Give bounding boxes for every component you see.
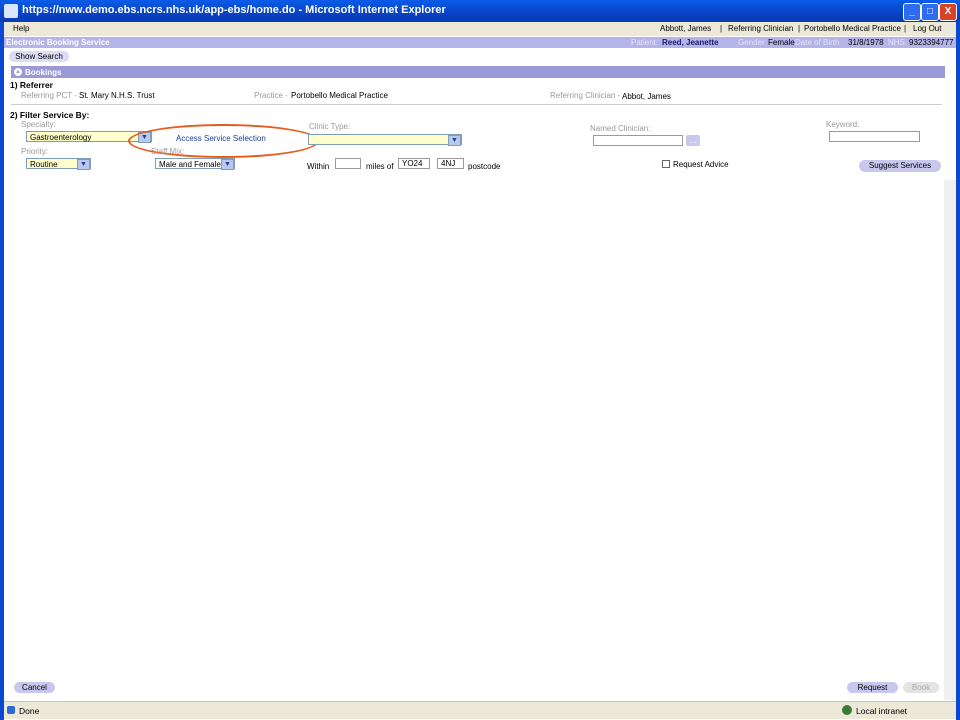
suggest-services-button[interactable]: Suggest Services <box>859 160 941 172</box>
postcode-part2-input[interactable]: 4NJ <box>437 158 464 169</box>
nhs-label: NHS <box>888 38 905 47</box>
priority-value: Routine <box>30 160 58 169</box>
page-icon <box>7 706 15 714</box>
user-name: Abbott, James <box>660 24 712 33</box>
scrollbar[interactable] <box>944 180 956 700</box>
logout-link[interactable]: Log Out <box>913 24 941 33</box>
clinician-label: Referring Clinician - <box>550 91 621 100</box>
practice-label: Practice - <box>254 91 288 100</box>
miles-of-label: miles of <box>366 162 394 171</box>
postcode-label: postcode <box>468 162 501 171</box>
pct-label: Referring PCT - <box>21 91 77 100</box>
clinician-value: Abbot, James <box>622 92 671 101</box>
bookings-panel-header[interactable]: ▲ Bookings <box>11 66 945 78</box>
window-frame-right <box>956 22 960 720</box>
postcode-part1-input[interactable]: YO24 <box>398 158 430 169</box>
staff-mix-value: Male and Female <box>159 160 221 169</box>
miles-input[interactable] <box>335 158 361 169</box>
app-header: Electronic Booking Service Patient: Reed… <box>4 37 956 48</box>
patient-label: Patient: <box>631 38 659 47</box>
named-clinician-lookup-button[interactable]: ... <box>686 135 700 146</box>
zone-text: Local intranet <box>856 706 908 716</box>
practice-value: Portobello Medical Practice <box>291 91 388 100</box>
show-search-button[interactable]: Show Search <box>9 51 69 62</box>
named-clinician-input[interactable] <box>593 135 683 146</box>
menu-help[interactable]: Help <box>13 24 29 33</box>
pct-value: St. Mary N.H.S. Trust <box>79 91 155 100</box>
chevron-down-icon[interactable]: ▼ <box>221 159 234 170</box>
gender-value: Female <box>768 38 795 47</box>
specialty-value: Gastroenterology <box>30 133 92 142</box>
user-org: Portobello Medical Practice <box>804 24 901 33</box>
nhs-value: 9323394777 <box>909 38 954 47</box>
divider <box>11 104 942 105</box>
priority-label: Priority: <box>21 147 49 156</box>
maximize-button[interactable]: □ <box>921 3 939 21</box>
request-advice-label: Request Advice <box>673 160 729 169</box>
filter-heading: 2) Filter Service By: <box>10 110 90 120</box>
keyword-input[interactable] <box>829 131 920 142</box>
dob-label: Date of Birth <box>795 38 840 47</box>
clinic-type-label: Clinic Type: <box>309 122 351 131</box>
window-frame-left <box>0 22 4 720</box>
named-clinician-label: Named Clinician: <box>590 124 651 133</box>
menubar: Help Abbott, James | Referring Clinician… <box>4 22 956 36</box>
gender-label: Gender <box>738 38 765 47</box>
ie-icon <box>4 4 18 18</box>
collapse-icon[interactable]: ▲ <box>14 68 22 76</box>
separator: | <box>798 24 801 33</box>
request-button[interactable]: Request <box>847 682 898 693</box>
bookings-title: Bookings <box>25 68 62 77</box>
chevron-down-icon[interactable]: ▼ <box>77 159 90 170</box>
within-label: Within <box>307 162 330 171</box>
referrer-heading: 1) Referrer <box>10 80 53 90</box>
clinic-type-select[interactable]: ▼ <box>308 134 462 146</box>
staff-mix-select[interactable]: Male and Female ▼ <box>155 158 235 170</box>
cancel-button[interactable]: Cancel <box>14 682 55 693</box>
separator: | <box>720 24 723 33</box>
specialty-label: Specialty: <box>21 120 56 129</box>
staff-mix-label: Staff Mix: <box>151 147 185 156</box>
request-advice-checkbox[interactable] <box>662 160 670 168</box>
status-text: Done <box>19 706 40 716</box>
window-titlebar: https://nww.demo.ebs.ncrs.nhs.uk/app-ebs… <box>0 0 960 22</box>
separator: | <box>904 24 907 33</box>
close-button[interactable]: X <box>939 3 957 21</box>
chevron-down-icon[interactable]: ▼ <box>448 135 461 146</box>
patient-name: Reed, Jeanette <box>662 38 719 47</box>
minimize-button[interactable]: _ <box>903 3 921 21</box>
app-title: Electronic Booking Service <box>6 38 110 47</box>
dob-value: 31/8/1978 <box>848 38 884 47</box>
priority-select[interactable]: Routine ▼ <box>26 158 91 170</box>
book-button: Book <box>903 682 939 693</box>
intranet-icon <box>842 705 852 715</box>
status-bar: Done Local intranet <box>4 701 956 719</box>
window-title: https://nww.demo.ebs.ncrs.nhs.uk/app-ebs… <box>22 4 446 16</box>
user-role: Referring Clinician <box>728 24 794 33</box>
keyword-label: Keyword: <box>826 120 860 129</box>
